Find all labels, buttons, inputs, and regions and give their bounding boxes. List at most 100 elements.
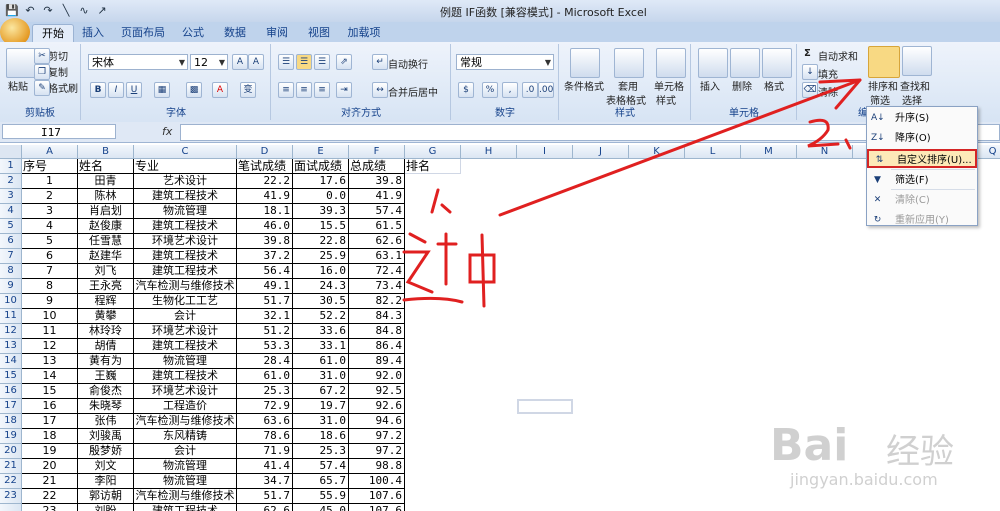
column-header-j[interactable]: J (573, 145, 629, 159)
column-header-f[interactable]: F (349, 145, 405, 159)
table-cell[interactable]: 62.6 (349, 234, 405, 249)
table-cell[interactable]: 25.3 (293, 444, 349, 459)
table-cell[interactable]: 53.3 (237, 339, 293, 354)
table-cell[interactable]: 12 (22, 339, 78, 354)
table-cell[interactable]: 张伟 (78, 414, 134, 429)
column-header-d[interactable]: D (237, 145, 293, 159)
column-header-h[interactable]: H (461, 145, 517, 159)
table-cell[interactable]: 物流管理 (134, 204, 237, 219)
table-cell[interactable]: 63.1 (349, 249, 405, 264)
tab-page-layout[interactable]: 页面布局 (118, 24, 168, 42)
table-cell[interactable]: 建筑工程技术 (134, 264, 237, 279)
zigzag-icon[interactable]: ∿ (76, 3, 92, 19)
table-cell[interactable]: 56.4 (237, 264, 293, 279)
name-box[interactable]: I17 (2, 124, 116, 139)
table-cell[interactable]: 62.6 (237, 504, 293, 511)
table-cell[interactable]: 肖启划 (78, 204, 134, 219)
row-header[interactable]: 12 (0, 324, 22, 339)
format-painter-button[interactable]: 格式刷 (48, 80, 78, 95)
table-cell[interactable]: 21 (22, 474, 78, 489)
table-cell[interactable]: 24.3 (293, 279, 349, 294)
copy-button[interactable]: 复制 (48, 64, 68, 79)
table-cell[interactable]: 李阳 (78, 474, 134, 489)
phonetic-button[interactable]: 变 (240, 82, 256, 98)
column-header-g[interactable]: G (405, 145, 461, 159)
table-cell[interactable]: 建筑工程技术 (134, 369, 237, 384)
row-header[interactable]: 18 (0, 414, 22, 429)
table-cell[interactable]: 生物化工工艺 (134, 294, 237, 309)
tab-review[interactable]: 审阅 (260, 24, 294, 42)
table-cell[interactable]: 37.2 (237, 249, 293, 264)
table-cell[interactable]: 84.8 (349, 324, 405, 339)
header-cell[interactable]: 面试成绩 (293, 159, 349, 174)
table-cell[interactable]: 100.4 (349, 474, 405, 489)
table-cell[interactable]: 黄攀 (78, 309, 134, 324)
row-header[interactable]: 1 (0, 159, 22, 174)
delete-cells-button[interactable]: 删除 (732, 78, 752, 93)
table-cell[interactable]: 51.7 (237, 294, 293, 309)
row-header[interactable] (0, 504, 22, 511)
table-cell[interactable]: 61.0 (293, 354, 349, 369)
table-cell[interactable]: 61.0 (237, 369, 293, 384)
fill-button[interactable]: 填充 (818, 66, 838, 81)
table-cell[interactable]: 67.2 (293, 384, 349, 399)
table-cell[interactable]: 10 (22, 309, 78, 324)
table-cell[interactable]: 16.0 (293, 264, 349, 279)
table-cell[interactable]: 会计 (134, 309, 237, 324)
table-cell[interactable]: 环境艺术设计 (134, 324, 237, 339)
table-cell[interactable]: 建筑工程技术 (134, 339, 237, 354)
table-cell[interactable]: 建筑工程技术 (134, 219, 237, 234)
table-cell[interactable]: 赵建华 (78, 249, 134, 264)
table-cell[interactable]: 22.2 (237, 174, 293, 189)
table-cell[interactable]: 107.6 (349, 504, 405, 511)
row-header[interactable]: 20 (0, 444, 22, 459)
table-cell[interactable]: 39.8 (349, 174, 405, 189)
table-cell[interactable]: 94.6 (349, 414, 405, 429)
table-cell[interactable]: 34.7 (237, 474, 293, 489)
paste-button[interactable]: 粘贴 (8, 78, 28, 93)
merge-center-button[interactable]: 合并后居中 (388, 84, 438, 99)
table-cell[interactable]: 89.4 (349, 354, 405, 369)
table-cell[interactable]: 55.9 (293, 489, 349, 504)
table-cell[interactable]: 环境艺术设计 (134, 384, 237, 399)
menu-item-custom-sort[interactable]: ⇅ 自定义排序(U)... (867, 149, 977, 168)
menu-item-reapply[interactable]: ↻ 重新应用(Y) (867, 211, 977, 230)
tab-insert[interactable]: 插入 (78, 24, 108, 42)
table-cell[interactable]: 17.6 (293, 174, 349, 189)
table-cell[interactable]: 22 (22, 489, 78, 504)
table-cell[interactable]: 65.7 (293, 474, 349, 489)
header-cell[interactable]: 排名 (405, 159, 461, 174)
table-cell[interactable]: 建筑工程技术 (134, 189, 237, 204)
italic-button[interactable]: I (108, 82, 124, 98)
row-header[interactable]: 7 (0, 249, 22, 264)
table-cell[interactable]: 25.3 (237, 384, 293, 399)
insert-cells-button[interactable]: 插入 (700, 78, 720, 93)
menu-item-sort-asc[interactable]: A↓ 升序(S) (867, 109, 977, 128)
row-header[interactable]: 5 (0, 219, 22, 234)
table-cell[interactable]: 物流管理 (134, 459, 237, 474)
table-cell[interactable]: 31.0 (293, 369, 349, 384)
table-cell[interactable]: 0.0 (293, 189, 349, 204)
row-header[interactable]: 16 (0, 384, 22, 399)
align-top-icon[interactable]: ☰ (278, 54, 294, 70)
table-cell[interactable]: 黄有为 (78, 354, 134, 369)
font-color-button[interactable]: A (212, 82, 228, 98)
header-cell[interactable]: 专业 (134, 159, 237, 174)
row-header[interactable]: 13 (0, 339, 22, 354)
table-cell[interactable]: 39.3 (293, 204, 349, 219)
wrap-text-button[interactable]: 自动换行 (388, 56, 428, 71)
menu-item-clear-filter[interactable]: ✕ 清除(C) (867, 191, 977, 210)
table-cell[interactable]: 胡倩 (78, 339, 134, 354)
row-header[interactable]: 17 (0, 399, 22, 414)
table-cell[interactable]: 朱晓琴 (78, 399, 134, 414)
fill-color-icon[interactable]: ▩ (186, 82, 202, 98)
underline-button[interactable]: U (126, 82, 142, 98)
table-cell[interactable]: 57.4 (293, 459, 349, 474)
table-cell[interactable]: 52.2 (293, 309, 349, 324)
cut-button[interactable]: 剪切 (48, 48, 68, 63)
table-cell[interactable]: 31.0 (293, 414, 349, 429)
table-cell[interactable]: 78.6 (237, 429, 293, 444)
table-cell[interactable]: 41.4 (237, 459, 293, 474)
table-cell[interactable]: 97.2 (349, 429, 405, 444)
tab-formulas[interactable]: 公式 (176, 24, 210, 42)
